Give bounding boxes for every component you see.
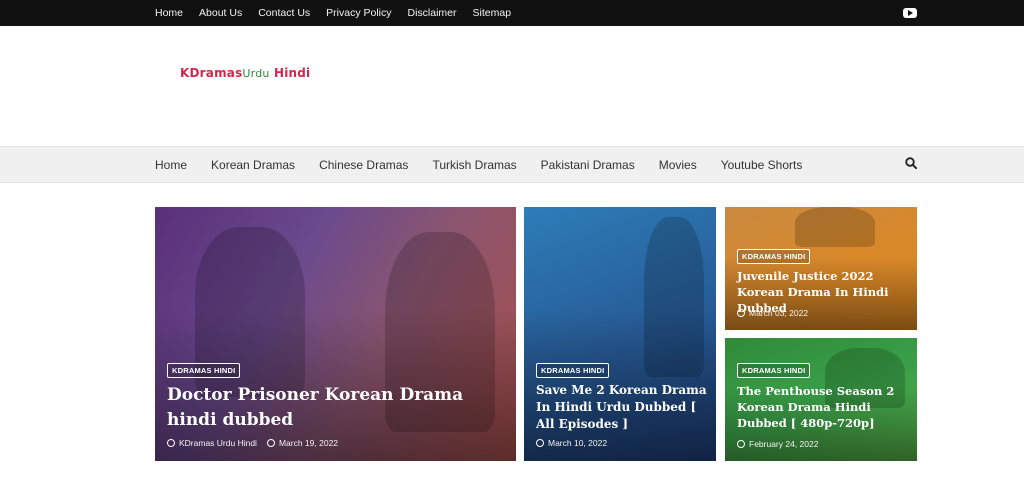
nav-item-home[interactable]: Home	[155, 158, 187, 172]
nav-links: Home Korean Dramas Chinese Dramas Turkis…	[155, 147, 826, 182]
nav-item-pakistani-dramas[interactable]: Pakistani Dramas	[541, 158, 635, 172]
top-bar: Home About Us Contact Us Privacy Policy …	[0, 0, 1024, 26]
top-link-home[interactable]: Home	[155, 7, 183, 19]
post-title[interactable]: The Penthouse Season 2 Korean Drama Hind…	[737, 383, 913, 431]
top-link-sitemap[interactable]: Sitemap	[473, 7, 512, 19]
clock-icon	[536, 439, 544, 447]
featured-post-3[interactable]: KDRAMAS HINDI Juvenile Justice 2022 Kore…	[725, 207, 917, 330]
category-badge[interactable]: KDRAMAS HINDI	[536, 363, 610, 378]
post-meta: March 10, 2022	[536, 438, 607, 448]
nav-item-korean-dramas[interactable]: Korean Dramas	[211, 158, 295, 172]
user-icon	[167, 439, 175, 447]
category-badge[interactable]: KDRAMAS HINDI	[737, 363, 811, 378]
post-date: March 10, 2022	[548, 438, 608, 448]
post-date: March 03, 2022	[749, 308, 809, 318]
featured-post-1[interactable]: KDRAMAS HINDI Doctor Prisoner Korean Dra…	[155, 207, 516, 461]
main-nav: Home Korean Dramas Chinese Dramas Turkis…	[0, 146, 1024, 183]
post-date: February 24, 2022	[749, 439, 819, 449]
site-header: KDramasUrdu Hindi	[0, 26, 1024, 146]
top-link-disclaimer[interactable]: Disclaimer	[408, 7, 457, 19]
logo-part-hindi: Hindi	[273, 66, 311, 80]
clock-icon	[266, 439, 275, 447]
category-badge[interactable]: KDRAMAS HINDI	[167, 363, 241, 378]
top-link-privacy[interactable]: Privacy Policy	[326, 7, 391, 19]
logo-part-urdu: Urdu	[242, 67, 270, 80]
search-icon[interactable]	[905, 157, 917, 169]
nav-item-turkish-dramas[interactable]: Turkish Dramas	[432, 158, 516, 172]
post-meta: February 24, 2022	[737, 439, 818, 449]
post-title[interactable]: Doctor Prisoner Korean Drama hindi dubbe…	[167, 383, 497, 433]
nav-item-youtube-shorts[interactable]: Youtube Shorts	[721, 158, 803, 172]
top-link-about[interactable]: About Us	[199, 7, 242, 19]
logo-part-kdramas: KDramas	[180, 66, 243, 80]
top-links: Home About Us Contact Us Privacy Policy …	[155, 0, 527, 26]
post-meta: KDramas Urdu Hindi March 19, 2022	[167, 438, 338, 448]
post-author[interactable]: KDramas Urdu Hindi	[179, 438, 257, 448]
youtube-icon[interactable]	[903, 8, 917, 18]
post-title[interactable]: Save Me 2 Korean Drama In Hindi Urdu Dub…	[536, 382, 708, 433]
featured-post-4[interactable]: KDRAMAS HINDI The Penthouse Season 2 Kor…	[725, 338, 917, 461]
site-logo[interactable]: KDramasUrdu Hindi	[180, 66, 310, 80]
post-date: March 19, 2022	[278, 438, 339, 448]
nav-item-movies[interactable]: Movies	[659, 158, 697, 172]
nav-item-chinese-dramas[interactable]: Chinese Dramas	[319, 158, 408, 172]
post-meta: March 03, 2022	[737, 308, 808, 318]
featured-post-2[interactable]: KDRAMAS HINDI Save Me 2 Korean Drama In …	[524, 207, 716, 461]
category-badge[interactable]: KDRAMAS HINDI	[737, 249, 811, 264]
clock-icon	[737, 440, 745, 448]
clock-icon	[737, 309, 745, 317]
top-link-contact[interactable]: Contact Us	[258, 7, 310, 19]
